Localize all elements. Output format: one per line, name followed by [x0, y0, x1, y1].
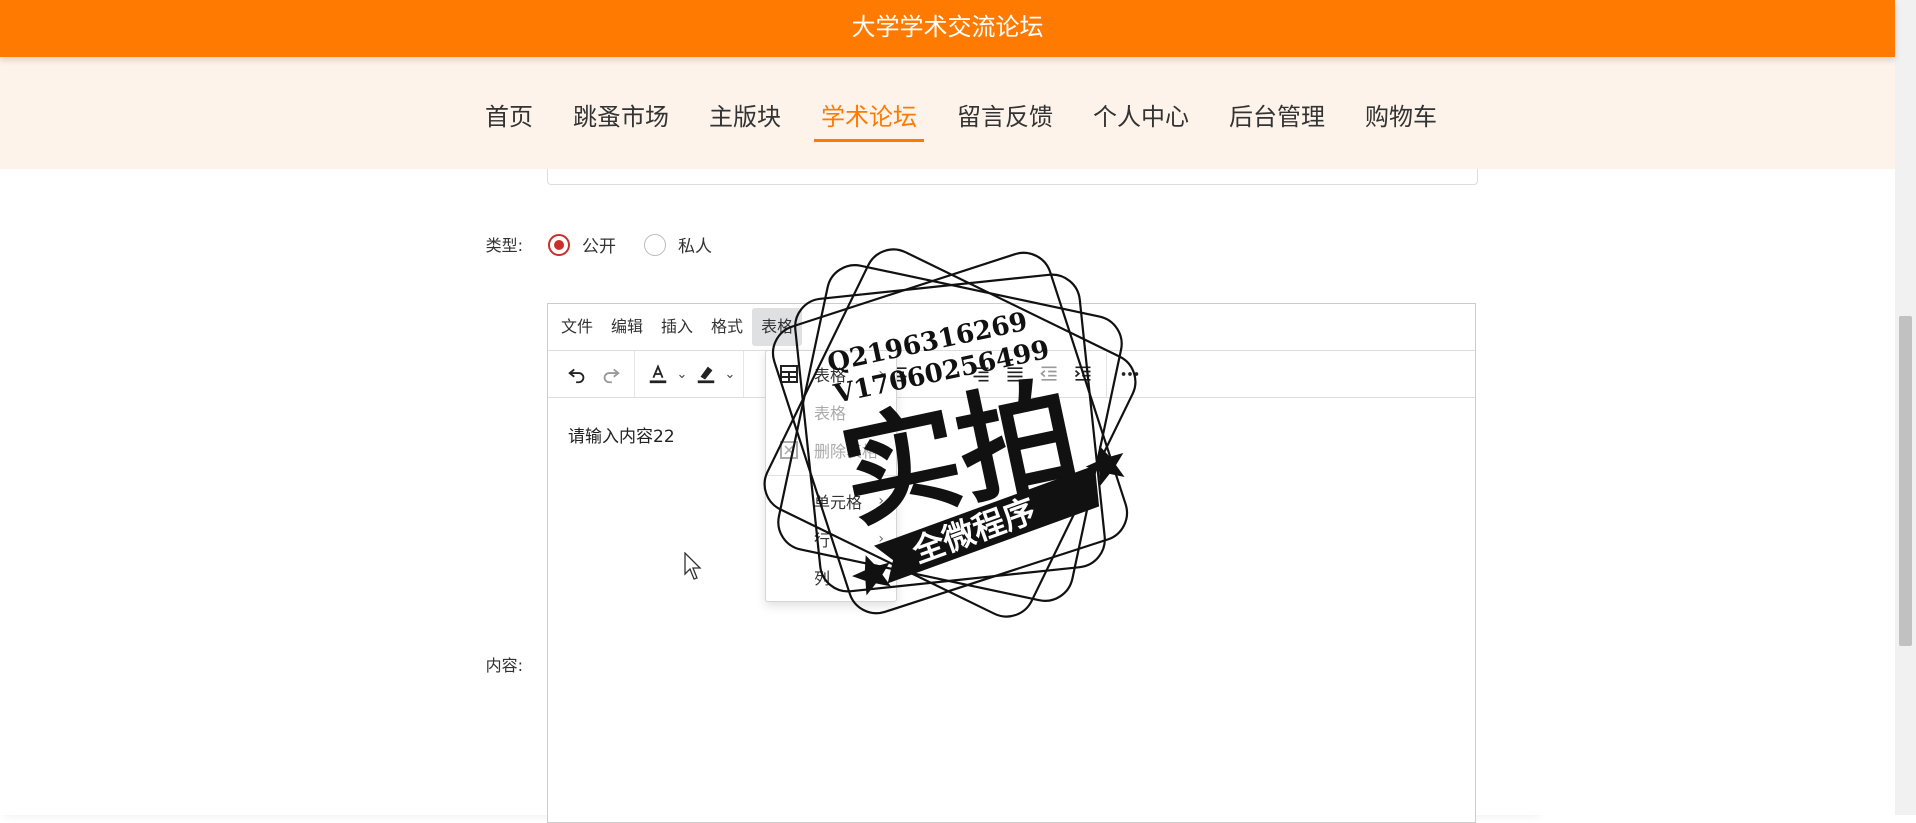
menu-format[interactable]: 格式: [702, 308, 752, 346]
content-label: 内容:: [485, 656, 523, 675]
nav-item-feedback[interactable]: 留言反馈: [937, 97, 1073, 145]
main-nav: 首页 跳蚤市场 主版块 学术论坛 留言反馈 个人中心 后台管理 购物车: [0, 57, 1895, 169]
chevron-right-icon: ›: [878, 531, 884, 547]
menu-insert[interactable]: 插入: [652, 308, 702, 346]
radio-public-label[interactable]: 公开: [582, 232, 616, 257]
editor-content-area[interactable]: 请输入内容22: [548, 398, 1475, 471]
redo-icon[interactable]: [594, 357, 628, 391]
nav-item-admin[interactable]: 后台管理: [1209, 97, 1345, 145]
menu-edit[interactable]: 编辑: [602, 308, 652, 346]
radio-private[interactable]: [644, 233, 666, 256]
highlight-icon[interactable]: [689, 357, 723, 391]
menu-file[interactable]: 文件: [552, 308, 602, 346]
menu-divider: [766, 475, 896, 476]
editor-content-text: 请输入内容22: [568, 427, 675, 447]
chevron-right-icon: ›: [878, 569, 884, 585]
scrollbar-thumb[interactable]: [1899, 316, 1912, 646]
justify-icon[interactable]: [998, 357, 1032, 391]
editor-toolbar: ⌄ ⌄: [548, 351, 1475, 398]
type-radio-group: 公开 私人: [548, 232, 740, 257]
nav-item-home[interactable]: 首页: [465, 97, 553, 145]
menu-table[interactable]: 表格: [752, 308, 803, 346]
indent-icon[interactable]: [1066, 357, 1100, 391]
dd-delete-table[interactable]: 删除表格: [766, 431, 896, 469]
chevron-right-icon: ›: [878, 493, 884, 509]
nav-item-main-board[interactable]: 主版块: [689, 97, 801, 145]
chevron-right-icon: ›: [878, 366, 884, 382]
type-label: 类型:: [485, 236, 523, 255]
radio-private-label[interactable]: 私人: [678, 232, 712, 257]
text-color-icon[interactable]: [641, 357, 675, 391]
more-icon[interactable]: [1113, 357, 1147, 391]
nav-item-flea-market[interactable]: 跳蚤市场: [553, 97, 689, 145]
site-title-bar: 大学学术交流论坛: [0, 0, 1895, 57]
dd-column[interactable]: 列 ›: [766, 558, 896, 596]
nav-item-academic-forum[interactable]: 学术论坛: [801, 97, 937, 145]
nav-item-cart[interactable]: 购物车: [1345, 97, 1457, 145]
table-dropdown-menu: 表格 › 表格 删除表格 单元格 › 行 › 列 ›: [765, 350, 897, 602]
page-scrollbar[interactable]: [1895, 0, 1916, 815]
mouse-cursor-icon: [684, 552, 702, 580]
dd-table-properties[interactable]: 表格: [766, 393, 896, 431]
nav-item-personal-center[interactable]: 个人中心: [1073, 97, 1209, 145]
editor-menubar: 文件 编辑 插入 格式 表格: [548, 304, 1475, 351]
undo-icon[interactable]: [560, 357, 594, 391]
chevron-down-icon[interactable]: ⌄: [723, 367, 737, 382]
table-icon: [780, 365, 798, 383]
radio-public[interactable]: [548, 233, 570, 256]
chevron-down-icon[interactable]: ⌄: [675, 367, 689, 382]
outdent-icon[interactable]: [1032, 357, 1066, 391]
delete-table-icon: [780, 441, 798, 459]
align-right-icon[interactable]: [964, 357, 998, 391]
dd-row[interactable]: 行 ›: [766, 520, 896, 558]
site-title: 大学学术交流论坛: [851, 13, 1044, 41]
dd-cell[interactable]: 单元格 ›: [766, 482, 896, 520]
dd-table[interactable]: 表格 ›: [766, 355, 896, 393]
